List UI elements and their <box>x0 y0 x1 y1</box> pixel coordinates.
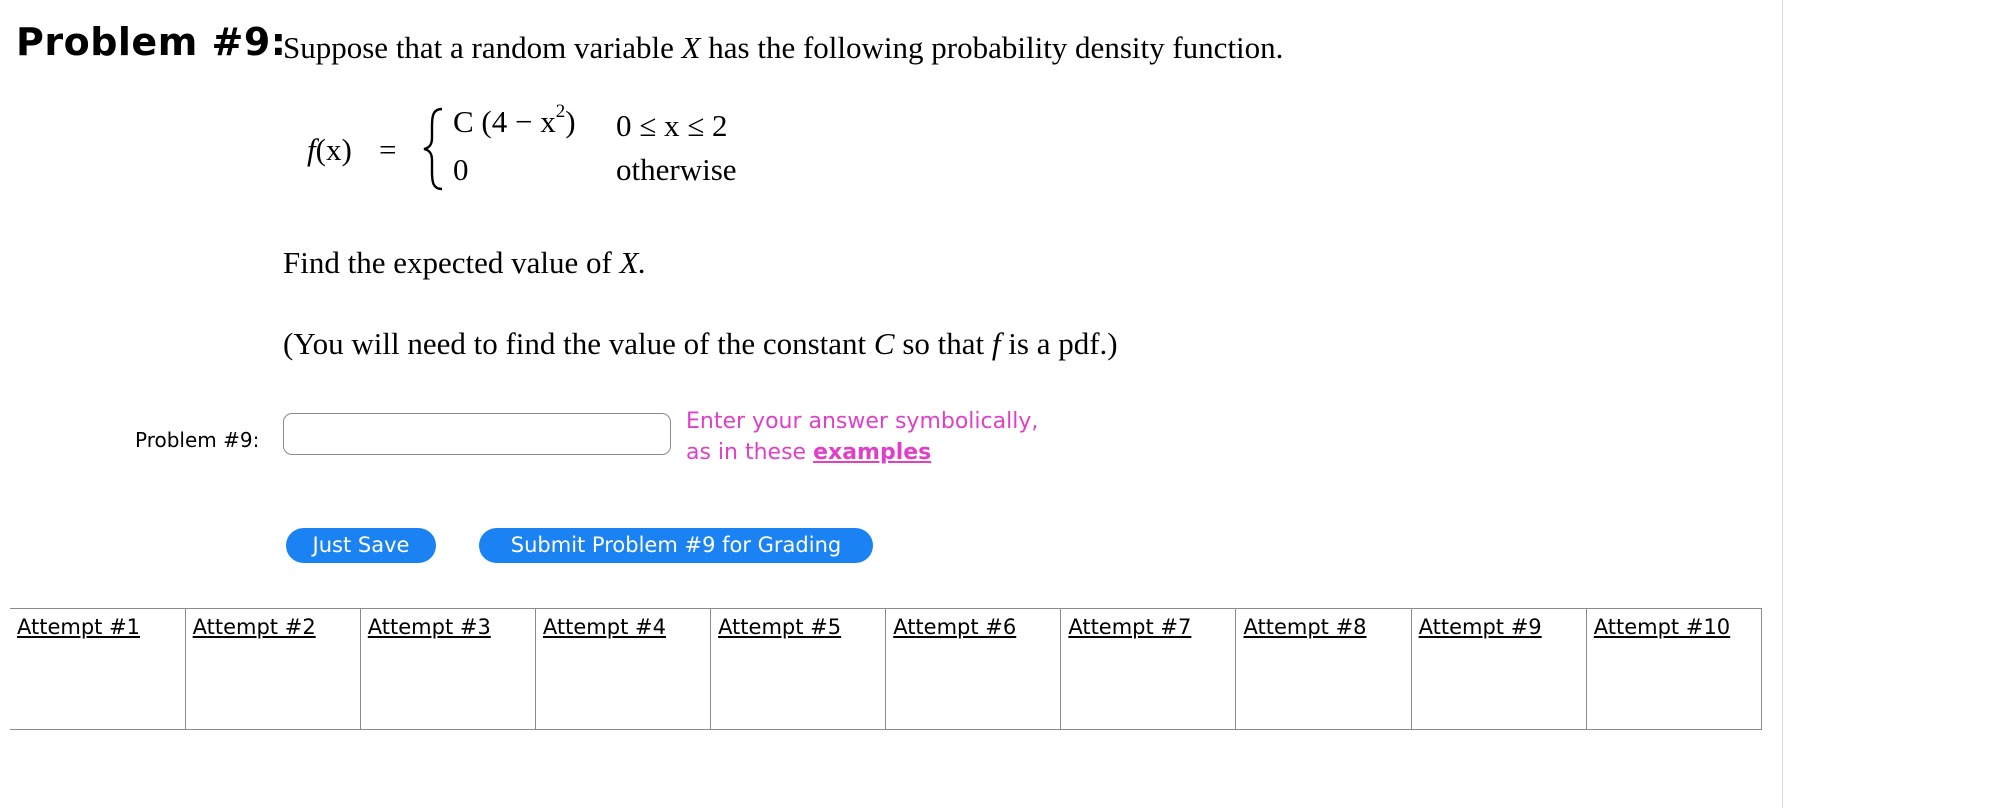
case1-condition: 0 ≤ x ≤ 2 <box>616 108 728 143</box>
problem-heading: Problem #9: <box>16 20 287 64</box>
note-prefix: (You will need to find the value of the … <box>283 326 867 361</box>
attempt-cell: Attempt #4 <box>534 608 712 730</box>
left-brace-icon <box>423 107 443 191</box>
hint-line-2-prefix: as in these <box>686 440 807 465</box>
attempt-cell: Attempt #3 <box>359 608 536 730</box>
note-text: (You will need to find the value of the … <box>283 326 1118 362</box>
attempt-cell: Attempt #2 <box>184 608 361 730</box>
hint-line-2: as in these examples <box>686 437 1038 468</box>
attempt-cell: Attempt #1 <box>10 608 186 730</box>
attempt-cell: Attempt #8 <box>1235 608 1412 730</box>
pdf-formula: f(x) = C (4 − x2) 0 ≤ x ≤ 2 0 otherwise <box>307 100 777 194</box>
attempt-cell: Attempt #7 <box>1060 608 1237 730</box>
formula-fn: f <box>307 132 316 167</box>
attempt-cell: Attempt #5 <box>710 608 887 730</box>
attempt-link-7[interactable]: Attempt #7 <box>1068 615 1191 639</box>
attempt-link-1[interactable]: Attempt #1 <box>17 615 140 639</box>
case2-expression: 0 <box>453 152 469 187</box>
attempt-cell: Attempt #6 <box>885 608 1062 730</box>
problem-intro: Suppose that a random variable X has the… <box>283 30 1283 66</box>
case1-expr-exponent: 2 <box>555 100 566 122</box>
attempt-link-3[interactable]: Attempt #3 <box>368 615 491 639</box>
page-divider <box>1782 0 1783 808</box>
question-prefix: Find the expected value of <box>283 245 612 280</box>
answer-hint: Enter your answer symbolically, as in th… <box>686 406 1038 468</box>
just-save-button[interactable]: Just Save <box>286 528 436 563</box>
case1-expression: C (4 − x2) <box>453 100 576 140</box>
case2-condition: otherwise <box>616 152 737 187</box>
attempt-link-4[interactable]: Attempt #4 <box>543 615 666 639</box>
attempt-link-5[interactable]: Attempt #5 <box>718 615 841 639</box>
intro-variable: X <box>681 30 701 65</box>
answer-label: Problem #9: <box>135 428 260 452</box>
question-text: Find the expected value of X. <box>283 245 646 281</box>
formula-equals: = <box>379 132 397 167</box>
attempt-link-6[interactable]: Attempt #6 <box>893 615 1016 639</box>
attempt-link-2[interactable]: Attempt #2 <box>193 615 316 639</box>
answer-input[interactable] <box>283 413 671 455</box>
attempts-row: Attempt #1 Attempt #2 Attempt #3 Attempt… <box>10 608 1763 730</box>
attempt-link-9[interactable]: Attempt #9 <box>1419 615 1542 639</box>
case1-expr-close: ) <box>565 104 576 139</box>
intro-suffix: has the following probability density fu… <box>708 30 1284 65</box>
hint-line-1: Enter your answer symbolically, <box>686 409 1039 434</box>
attempt-link-10[interactable]: Attempt #10 <box>1594 615 1730 639</box>
note-mid: so that <box>902 326 985 361</box>
intro-prefix: Suppose that a random variable <box>283 30 674 65</box>
note-constant: C <box>873 326 895 361</box>
attempt-cell: Attempt #9 <box>1410 608 1587 730</box>
formula-lhs: f(x) <box>307 132 352 168</box>
submit-for-grading-button[interactable]: Submit Problem #9 for Grading <box>479 528 873 563</box>
attempts-table: Attempt #1 Attempt #2 Attempt #3 Attempt… <box>10 608 1763 730</box>
attempt-link-8[interactable]: Attempt #8 <box>1243 615 1366 639</box>
note-suffix: is a pdf.) <box>1008 326 1118 361</box>
examples-link[interactable]: examples <box>813 440 931 465</box>
question-variable: X. <box>619 245 647 280</box>
formula-arg: (x) <box>315 132 352 167</box>
attempt-cell: Attempt #10 <box>1585 608 1763 730</box>
note-function: f <box>991 326 1001 361</box>
case1-expr-main: C (4 − x <box>453 104 556 139</box>
